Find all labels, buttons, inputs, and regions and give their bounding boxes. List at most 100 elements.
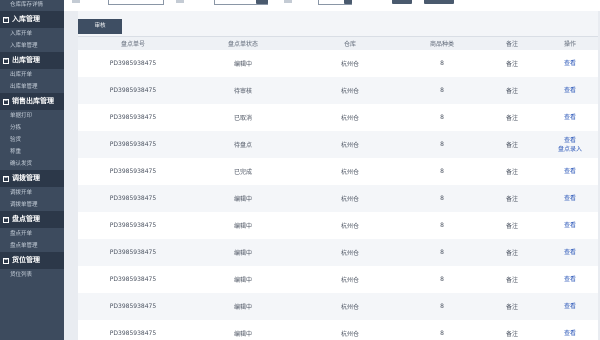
- stocktake-entry-link[interactable]: 盘点录入: [542, 145, 598, 154]
- cell-operation: 查看: [542, 266, 598, 293]
- sidebar-section-stocktake[interactable]: − 盘点管理: [0, 211, 64, 228]
- reset-button[interactable]: [424, 0, 454, 4]
- cell-code: PD3985938475: [78, 131, 188, 158]
- cell-remark: 备注: [482, 158, 542, 185]
- sidebar-section-outbound[interactable]: − 出库管理: [0, 52, 64, 69]
- search-button[interactable]: [392, 0, 412, 4]
- view-link[interactable]: 查看: [542, 302, 598, 311]
- column-header-code: 盘点单号: [78, 37, 188, 50]
- cell-status: 编辑中: [188, 50, 298, 77]
- sidebar-item-outbound-manage[interactable]: 出库单管理: [0, 81, 64, 93]
- view-link[interactable]: 查看: [542, 59, 598, 68]
- filter-input[interactable]: [108, 0, 164, 5]
- filter-label: [284, 0, 292, 3]
- cell-types: 8: [402, 185, 482, 212]
- view-link[interactable]: 查看: [542, 275, 598, 284]
- cell-warehouse: 杭州仓: [298, 212, 402, 239]
- collapse-icon: −: [3, 57, 9, 64]
- cell-code: PD3985938475: [78, 212, 188, 239]
- column-header-types: 商品种类: [402, 37, 482, 50]
- view-link[interactable]: 查看: [542, 194, 598, 203]
- sidebar-item-inbound-manage[interactable]: 入库单管理: [0, 40, 64, 52]
- cell-warehouse: 杭州仓: [298, 320, 402, 340]
- view-link[interactable]: 查看: [542, 248, 598, 257]
- table-row: PD3985938475 编辑中 杭州仓 8 备注 查看: [78, 266, 598, 293]
- view-link[interactable]: 查看: [542, 113, 598, 122]
- sidebar-section-label: 销售出库管理: [12, 97, 54, 105]
- table-row: PD3985938475 编辑中 杭州仓 8 备注 查看: [78, 185, 598, 212]
- cell-operation: 查看: [542, 77, 598, 104]
- sidebar-section-transfer[interactable]: − 调拨管理: [0, 170, 64, 187]
- tab-bar: 审核: [78, 11, 598, 37]
- filter-select-button[interactable]: [344, 0, 352, 4]
- table-row: PD3985938475 已取消 杭州仓 8 备注 查看: [78, 104, 598, 131]
- cell-remark: 备注: [482, 293, 542, 320]
- sidebar-item-stocktake-create[interactable]: 盘点开单: [0, 228, 64, 240]
- cell-remark: 备注: [482, 212, 542, 239]
- cell-warehouse: 杭州仓: [298, 158, 402, 185]
- sidebar-item-transfer-manage[interactable]: 调拨单管理: [0, 199, 64, 211]
- sidebar-item-sorting[interactable]: 分拣: [0, 122, 64, 134]
- sidebar-section-location[interactable]: − 货位管理: [0, 252, 64, 269]
- cell-remark: 备注: [482, 239, 542, 266]
- cell-code: PD3985938475: [78, 104, 188, 131]
- sidebar-section-sales-outbound[interactable]: − 销售出库管理: [0, 93, 64, 110]
- view-link[interactable]: 查看: [542, 136, 598, 145]
- cell-warehouse: 杭州仓: [298, 104, 402, 131]
- cell-types: 8: [402, 293, 482, 320]
- cell-types: 8: [402, 131, 482, 158]
- tab-review[interactable]: 审核: [78, 19, 122, 34]
- sidebar-item-location-list[interactable]: 货位列表: [0, 269, 64, 281]
- cell-status: 编辑中: [188, 185, 298, 212]
- sidebar-item-print[interactable]: 单据打印: [0, 110, 64, 122]
- cell-types: 8: [402, 266, 482, 293]
- cell-types: 8: [402, 320, 482, 340]
- column-header-status: 盘点单状态: [188, 37, 298, 50]
- cell-types: 8: [402, 212, 482, 239]
- sidebar-item-outbound-create[interactable]: 出库开单: [0, 69, 64, 81]
- view-link[interactable]: 查看: [542, 167, 598, 176]
- sidebar-item-weighing[interactable]: 称重: [0, 146, 64, 158]
- collapse-icon: −: [3, 216, 9, 223]
- sidebar-item-inventory-detail[interactable]: 仓库库存详情: [0, 0, 64, 11]
- sidebar-item-inbound-create[interactable]: 入库开单: [0, 28, 64, 40]
- column-header-operation: 操作: [542, 37, 598, 50]
- cell-types: 8: [402, 77, 482, 104]
- cell-status: 待盘点: [188, 131, 298, 158]
- sidebar-section-label: 盘点管理: [12, 215, 40, 223]
- sidebar-item-inspection[interactable]: 验货: [0, 134, 64, 146]
- table-row: PD3985938475 编辑中 杭州仓 8 备注 查看: [78, 239, 598, 266]
- cell-remark: 备注: [482, 320, 542, 340]
- cell-status: 编辑中: [188, 239, 298, 266]
- cell-remark: 备注: [482, 77, 542, 104]
- cell-status: 已取消: [188, 104, 298, 131]
- filter-select-button[interactable]: [256, 0, 268, 4]
- cell-status: 编辑中: [188, 266, 298, 293]
- sidebar-item-transfer-create[interactable]: 调拨开单: [0, 187, 64, 199]
- cell-code: PD3985938475: [78, 293, 188, 320]
- filter-label: [72, 0, 80, 3]
- sidebar-section-label: 调拨管理: [12, 174, 40, 182]
- sidebar-item-confirm-shipping[interactable]: 确认发货: [0, 158, 64, 170]
- cell-warehouse: 杭州仓: [298, 77, 402, 104]
- stocktake-list-panel: 审核 盘点单号 盘点单状态 仓库 商品种类 备注 操作 PD3985938475…: [78, 11, 598, 340]
- filter-bar: [64, 0, 600, 11]
- sidebar-item-stocktake-manage[interactable]: 盘点单管理: [0, 240, 64, 252]
- cell-code: PD3985938475: [78, 320, 188, 340]
- view-link[interactable]: 查看: [542, 221, 598, 230]
- cell-remark: 备注: [482, 104, 542, 131]
- cell-status: 待审核: [188, 77, 298, 104]
- sidebar-section-label: 出库管理: [12, 56, 40, 64]
- cell-remark: 备注: [482, 50, 542, 77]
- sidebar-section-inbound[interactable]: − 入库管理: [0, 11, 64, 28]
- cell-operation: 查看: [542, 50, 598, 77]
- cell-status: 已完成: [188, 158, 298, 185]
- view-link[interactable]: 查看: [542, 329, 598, 338]
- cell-warehouse: 杭州仓: [298, 266, 402, 293]
- cell-operation: 查看: [542, 212, 598, 239]
- table-row: PD3985938475 编辑中 杭州仓 8 备注 查看: [78, 50, 598, 77]
- table-body: PD3985938475 编辑中 杭州仓 8 备注 查看 PD3985938475 待审核 杭州…: [78, 50, 598, 340]
- column-header-remark: 备注: [482, 37, 542, 50]
- view-link[interactable]: 查看: [542, 86, 598, 95]
- stocktake-table: 盘点单号 盘点单状态 仓库 商品种类 备注 操作 PD3985938475 编辑中…: [78, 37, 598, 340]
